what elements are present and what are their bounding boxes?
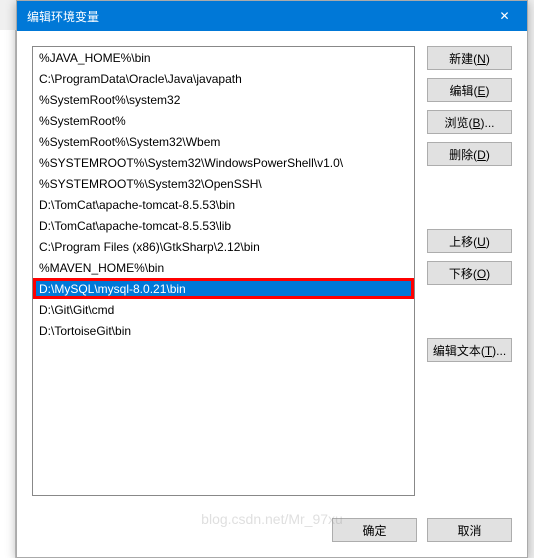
watermark-text: blog.csdn.net/Mr_97xu bbox=[201, 511, 343, 527]
list-item[interactable]: %SystemRoot%\System32\Wbem bbox=[33, 131, 414, 152]
close-icon: ✕ bbox=[499, 9, 509, 23]
titlebar: 编辑环境变量 ✕ bbox=[17, 1, 527, 31]
list-item[interactable]: D:\TomCat\apache-tomcat-8.5.53\bin bbox=[33, 194, 414, 215]
list-item[interactable]: %SYSTEMROOT%\System32\WindowsPowerShell\… bbox=[33, 152, 414, 173]
list-item[interactable]: %SystemRoot%\system32 bbox=[33, 89, 414, 110]
button-column: 新建(N) 编辑(E) 浏览(B)... 删除(D) 上移(U) 下移(O) 编… bbox=[427, 46, 512, 496]
dialog-content: %JAVA_HOME%\binC:\ProgramData\Oracle\Jav… bbox=[17, 31, 527, 511]
dialog-title: 编辑环境变量 bbox=[27, 8, 482, 25]
spacer bbox=[427, 174, 512, 229]
list-item[interactable]: C:\Program Files (x86)\GtkSharp\2.12\bin bbox=[33, 236, 414, 257]
background-fragment bbox=[0, 30, 16, 558]
delete-button[interactable]: 删除(D) bbox=[427, 142, 512, 166]
list-item[interactable]: D:\MySQL\mysql-8.0.21\bin bbox=[33, 278, 414, 299]
edit-text-button[interactable]: 编辑文本(T)... bbox=[427, 338, 512, 362]
edit-env-dialog: 编辑环境变量 ✕ %JAVA_HOME%\binC:\ProgramData\O… bbox=[16, 0, 528, 558]
new-button[interactable]: 新建(N) bbox=[427, 46, 512, 70]
edit-button[interactable]: 编辑(E) bbox=[427, 78, 512, 102]
close-button[interactable]: ✕ bbox=[482, 1, 527, 31]
move-up-button[interactable]: 上移(U) bbox=[427, 229, 512, 253]
move-down-button[interactable]: 下移(O) bbox=[427, 261, 512, 285]
list-item[interactable]: %SystemRoot% bbox=[33, 110, 414, 131]
cancel-button[interactable]: 取消 bbox=[427, 518, 512, 542]
list-item[interactable]: D:\TortoiseGit\bin bbox=[33, 320, 414, 341]
list-item[interactable]: D:\Git\Git\cmd bbox=[33, 299, 414, 320]
list-item[interactable]: %JAVA_HOME%\bin bbox=[33, 47, 414, 68]
browse-button[interactable]: 浏览(B)... bbox=[427, 110, 512, 134]
list-item[interactable]: %MAVEN_HOME%\bin bbox=[33, 257, 414, 278]
dialog-footer: 确定 取消 bbox=[332, 518, 512, 542]
path-listbox[interactable]: %JAVA_HOME%\binC:\ProgramData\Oracle\Jav… bbox=[32, 46, 415, 496]
list-item[interactable]: C:\ProgramData\Oracle\Java\javapath bbox=[33, 68, 414, 89]
list-item[interactable]: D:\TomCat\apache-tomcat-8.5.53\lib bbox=[33, 215, 414, 236]
spacer bbox=[427, 293, 512, 338]
list-item[interactable]: %SYSTEMROOT%\System32\OpenSSH\ bbox=[33, 173, 414, 194]
ok-button[interactable]: 确定 bbox=[332, 518, 417, 542]
